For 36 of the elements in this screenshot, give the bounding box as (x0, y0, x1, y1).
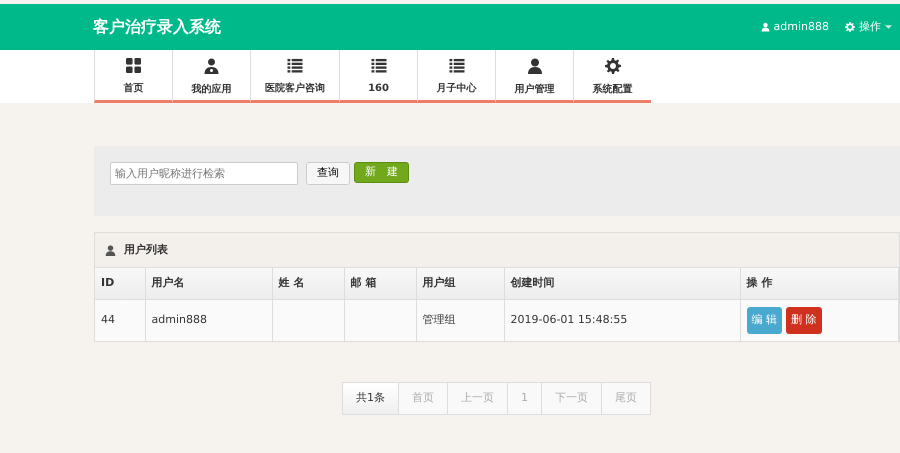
settings-icon (604, 58, 620, 74)
column-header: 用户名 (145, 268, 272, 299)
table-cell: 2019-06-01 15:48:55 (510, 313, 628, 326)
list-icon (286, 58, 304, 73)
column-header: 邮 箱 (344, 268, 416, 299)
nav-tab[interactable]: 首页 (94, 50, 172, 103)
list-icon (448, 58, 466, 73)
app-title: 客户治疗录入系统 (93, 16, 221, 38)
settings-icon (845, 22, 855, 32)
nav-tab[interactable]: 160 (339, 50, 417, 103)
page-link[interactable]: 共1条 (342, 382, 399, 415)
user-icon (760, 22, 770, 32)
nav-tab[interactable]: 系统配置 (573, 50, 651, 103)
column-header: 用户组 (416, 268, 504, 299)
column-header: ID (95, 268, 145, 299)
query-button[interactable]: 查询 (306, 162, 350, 185)
table-cell: 44 (101, 313, 115, 326)
new-button[interactable]: 新 建 (354, 162, 409, 183)
column-header: 姓 名 (272, 268, 344, 299)
panel-title: 用户列表 (124, 242, 168, 258)
table-cell: 管理组 (422, 313, 456, 326)
delete-button[interactable]: 删 除 (786, 307, 822, 334)
nav-tab[interactable]: 月子中心 (417, 50, 495, 103)
caret-icon (885, 25, 892, 29)
user-icon (526, 58, 542, 74)
user-icon (105, 244, 116, 256)
column-header: 创建时间 (504, 268, 740, 299)
search-field[interactable]: 输入用户昵称进行检索 (110, 162, 298, 185)
nav-tab[interactable]: 我的应用 (172, 50, 250, 103)
list-icon (370, 58, 388, 73)
column-header: 操 作 (740, 268, 898, 299)
nav-tab[interactable]: 医院客户咨询 (250, 50, 339, 103)
table-cell: admin888 (152, 313, 207, 326)
nav-tab[interactable]: 用户管理 (495, 50, 573, 103)
grid-icon (125, 58, 142, 73)
edit-button[interactable]: 编 辑 (746, 307, 782, 334)
